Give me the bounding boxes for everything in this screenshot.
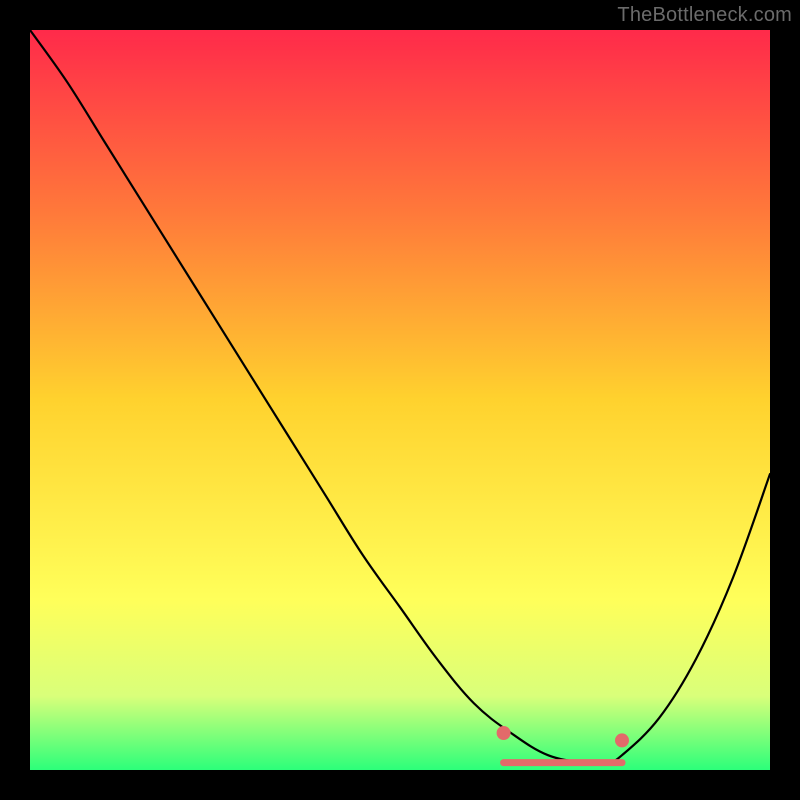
chart-stage: TheBottleneck.com	[0, 0, 800, 800]
optimal-range-end-dot	[615, 733, 629, 747]
plot-area	[30, 30, 770, 770]
gradient-background	[30, 30, 770, 770]
attribution-label: TheBottleneck.com	[617, 4, 792, 27]
bottleneck-chart	[30, 30, 770, 770]
optimal-range-start-dot	[497, 726, 511, 740]
